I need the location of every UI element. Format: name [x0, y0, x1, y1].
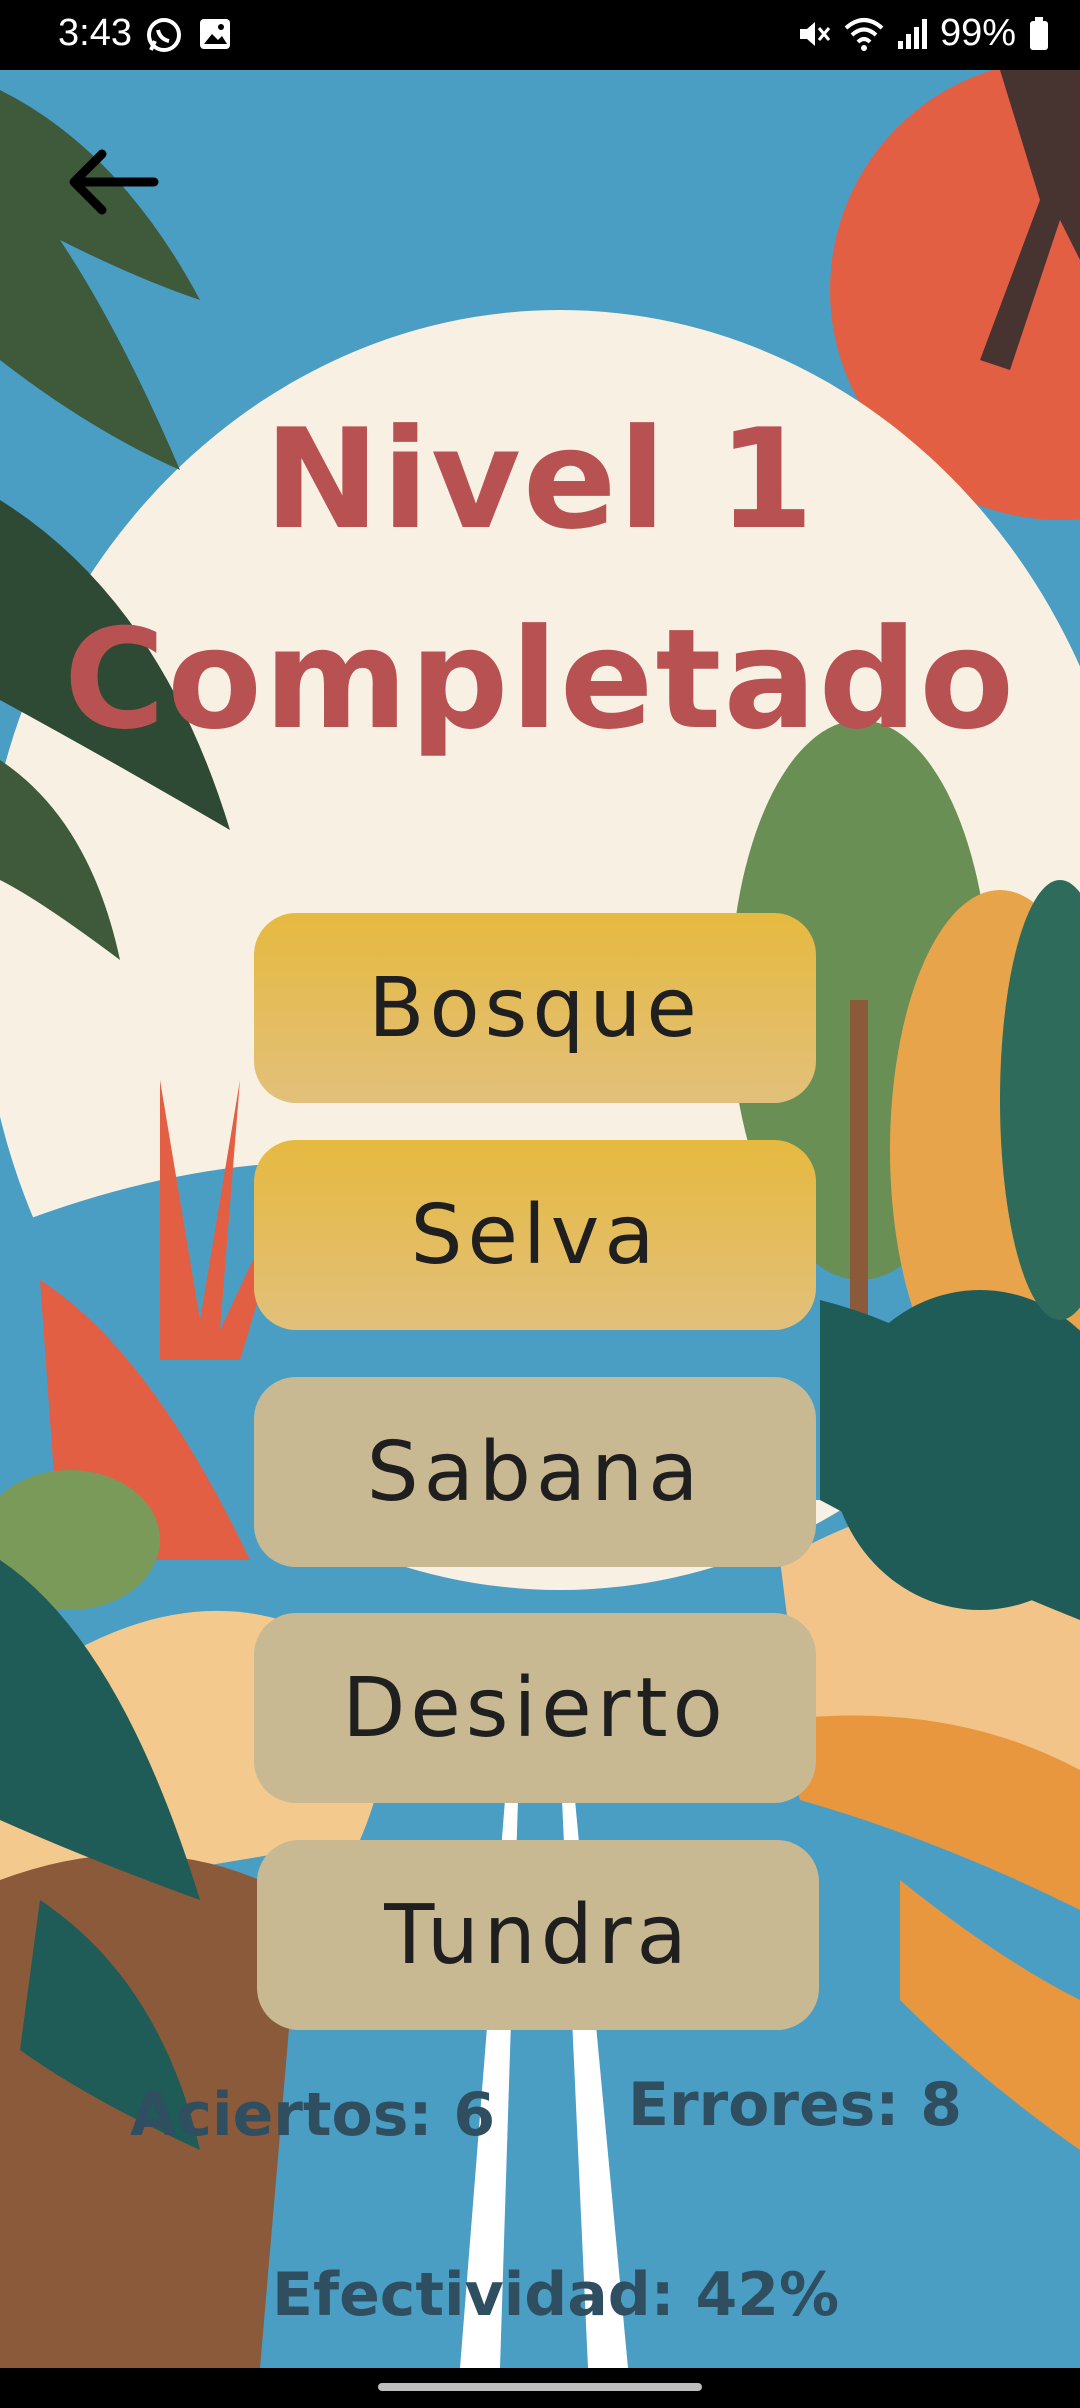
- aciertos-label: Aciertos: 6: [130, 2080, 496, 2150]
- level-complete-title: Nivel 1 Completado: [0, 380, 1080, 780]
- option-button-bosque[interactable]: Bosque: [254, 913, 816, 1103]
- title-line-1: Nivel 1: [264, 399, 816, 560]
- back-arrow-icon[interactable]: [62, 132, 162, 232]
- option-button-tundra[interactable]: Tundra: [257, 1840, 819, 2030]
- mute-icon: [799, 21, 831, 46]
- option-button-sabana[interactable]: Sabana: [254, 1377, 816, 1567]
- gallery-icon: [200, 19, 230, 49]
- battery-percent: 99%: [939, 12, 1016, 54]
- screen: 3:43 99% Nivel 1 Completado Bosque Selva…: [0, 0, 1080, 2408]
- signal-icon: [897, 18, 927, 49]
- efectividad-label: Efectividad: 42%: [272, 2260, 840, 2330]
- errores-label: Errores: 8: [628, 2070, 963, 2140]
- status-bar: 3:43 99%: [0, 0, 1080, 70]
- title-line-2: Completado: [63, 599, 1017, 760]
- home-gesture-pill[interactable]: [378, 2383, 702, 2391]
- option-button-desierto[interactable]: Desierto: [254, 1613, 816, 1803]
- gesture-nav-bar: [0, 2368, 1080, 2408]
- battery-icon: [1030, 16, 1048, 50]
- wifi-icon: [844, 17, 884, 51]
- status-time: 3:43: [58, 12, 132, 54]
- option-button-selva[interactable]: Selva: [254, 1140, 816, 1330]
- whatsapp-icon: [147, 18, 181, 52]
